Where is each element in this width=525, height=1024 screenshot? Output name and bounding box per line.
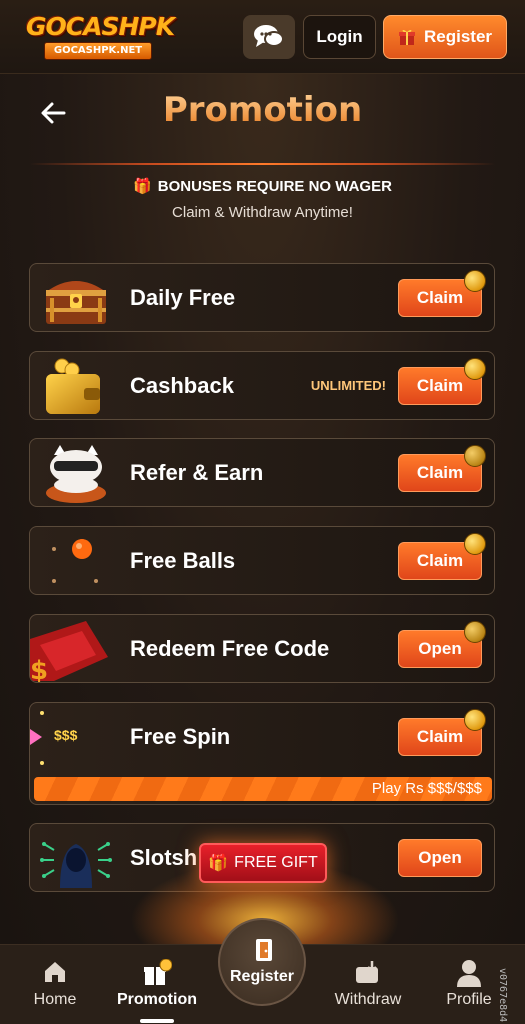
bonus-subtext: Claim & Withdraw Anytime! (172, 204, 353, 221)
coin-icon (464, 270, 486, 292)
bonus-notice: 🎁 BONUSES REQUIRE NO WAGER (0, 177, 525, 195)
nav-promotion-label: Promotion (117, 991, 197, 1008)
coin-icon (464, 358, 486, 380)
promo-card-free-balls[interactable]: Free Balls Claim (29, 526, 495, 595)
title-divider (30, 163, 495, 165)
coin-icon (464, 533, 486, 555)
svg-text:$: $ (30, 656, 48, 683)
promo-label: Redeem Free Code (130, 636, 330, 661)
nav-register[interactable]: Register (218, 918, 306, 1006)
logo[interactable]: GOCASHPK GOCASHPK.NET (26, 10, 176, 62)
lucky-cat-icon (46, 445, 106, 503)
coin-icon (464, 445, 486, 467)
open-button[interactable]: Open (398, 839, 482, 877)
promo-label: Free Balls (130, 548, 236, 573)
logo-brand: GOCASHPK (26, 12, 175, 41)
free-gift-label: FREE GIFT (234, 854, 318, 871)
register-button[interactable]: Register (383, 15, 507, 59)
ticket-icon: $ (30, 621, 108, 683)
gift-icon: 🎁 (133, 178, 152, 195)
gift-icon (398, 29, 415, 45)
home-icon (45, 962, 65, 982)
nav-withdraw-label: Withdraw (334, 991, 402, 1008)
promo-label: Daily Free (130, 285, 236, 310)
door-icon (256, 939, 272, 961)
logo-domain: GOCASHPK.NET (44, 42, 152, 60)
bonus-notice-text: BONUSES REQUIRE NO WAGER (157, 178, 392, 195)
promo-label: Free Spin (130, 724, 231, 749)
free-gift-button[interactable]: 🎁 FREE GIFT (199, 843, 327, 883)
profile-icon (457, 960, 481, 987)
withdraw-icon (356, 961, 378, 983)
chat-icon (254, 25, 284, 47)
login-button[interactable]: Login (303, 15, 376, 59)
nav-home[interactable]: Home (18, 945, 92, 1024)
nav-withdraw[interactable]: Withdraw (322, 945, 414, 1024)
chat-button[interactable] (243, 15, 295, 59)
promo-card-refer-earn[interactable]: Refer & Earn Claim (29, 438, 495, 507)
hacker-icon (40, 842, 112, 888)
nav-profile-label: Profile (446, 991, 492, 1008)
spin-progress-bar: Play Rs $$$/$$$ (34, 777, 492, 801)
coin-icon (464, 709, 486, 731)
promo-card-cashback[interactable]: Cashback UNLIMITED! Claim (29, 351, 495, 420)
nav-register-label: Register (229, 968, 295, 985)
nav-home-label: Home (33, 991, 77, 1008)
wallet-icon (46, 358, 100, 414)
unlimited-badge: UNLIMITED! (310, 378, 386, 393)
promo-card-free-spin[interactable]: $$$ Free Spin Claim Play Rs $$$/$$$ (29, 702, 495, 805)
coin-icon (464, 621, 486, 643)
nav-promotion[interactable]: Promotion (107, 945, 207, 1024)
top-bar: GOCASHPK GOCASHPK.NET Login Register (0, 0, 525, 74)
spin-marker: $$$ (54, 727, 78, 743)
spin-progress-text: Play Rs $$$/$$$ (371, 780, 482, 797)
gift-icon: 🎁 (208, 855, 229, 872)
gift-icon (144, 959, 172, 985)
home-indicator (140, 1019, 174, 1023)
promo-label: Cashback (130, 373, 234, 398)
treasure-chest-icon (46, 281, 106, 324)
promo-card-daily-free[interactable]: Daily Free Claim (29, 263, 495, 332)
ball-icon (52, 539, 98, 583)
nav-profile[interactable]: Profile (434, 945, 504, 1024)
register-button-label: Register (423, 27, 493, 46)
version-label: v0767e8d4 (497, 968, 508, 1023)
page-title: Promotion (0, 90, 525, 130)
promo-label: Refer & Earn (130, 460, 264, 485)
promo-card-redeem-code[interactable]: $ Redeem Free Code Open (29, 614, 495, 683)
